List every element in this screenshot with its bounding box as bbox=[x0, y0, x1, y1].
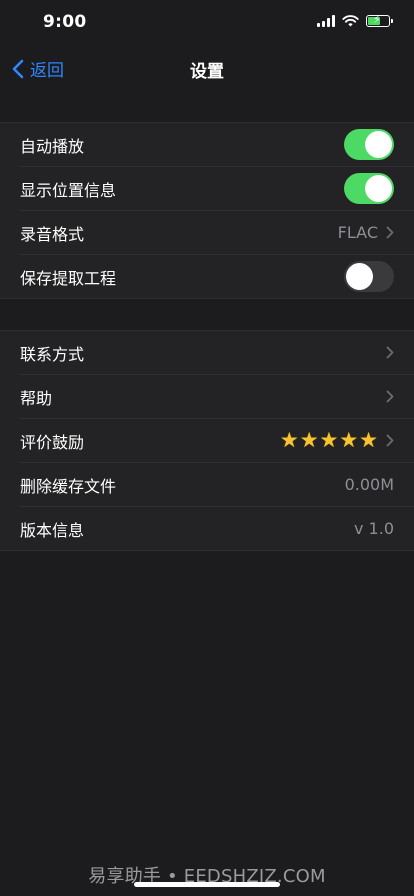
setting-row-help[interactable]: 帮助 bbox=[20, 374, 414, 418]
star-icon: ★ bbox=[279, 428, 299, 452]
cellular-signal-icon bbox=[317, 15, 335, 27]
star-icon: ★ bbox=[359, 428, 378, 452]
save-project-toggle[interactable] bbox=[344, 261, 394, 292]
setting-row-save-project: 保存提取工程 bbox=[20, 254, 414, 298]
status-bar: 9:00 ⚡ bbox=[0, 0, 414, 46]
chevron-right-icon bbox=[386, 346, 394, 359]
battery-icon: ⚡ bbox=[366, 13, 393, 27]
setting-row-autoplay: 自动播放 bbox=[0, 123, 414, 166]
chevron-right-icon bbox=[386, 390, 394, 403]
setting-label: 帮助 bbox=[20, 388, 53, 408]
setting-label: 保存提取工程 bbox=[20, 268, 117, 288]
setting-label: 联系方式 bbox=[20, 344, 85, 364]
chevron-right-icon bbox=[386, 434, 394, 447]
wifi-icon bbox=[342, 15, 359, 27]
setting-row-rate[interactable]: 评价鼓励 ★ ★ ★ ★ ★ bbox=[20, 418, 414, 462]
star-icon: ★ bbox=[339, 428, 359, 452]
settings-group-about: 联系方式 帮助 评价鼓励 ★ ★ ★ ★ ★ 删除缓存文件 0.00M 版本信息… bbox=[0, 330, 414, 551]
setting-label: 版本信息 bbox=[20, 520, 85, 540]
settings-group-playback: 自动播放 显示位置信息 录音格式 FLAC 保存提取工程 bbox=[0, 122, 414, 299]
setting-row-show-location: 显示位置信息 bbox=[20, 166, 414, 210]
rating-stars: ★ ★ ★ ★ ★ bbox=[280, 430, 378, 451]
status-icons: ⚡ bbox=[317, 13, 393, 27]
home-indicator[interactable] bbox=[134, 882, 280, 887]
chevron-right-icon bbox=[386, 226, 394, 239]
setting-label: 评价鼓励 bbox=[20, 432, 85, 452]
setting-row-clear-cache[interactable]: 删除缓存文件 0.00M bbox=[20, 462, 414, 506]
charging-bolt-icon: ⚡ bbox=[373, 13, 381, 26]
setting-label: 显示位置信息 bbox=[20, 180, 117, 200]
version-value: v 1.0 bbox=[354, 519, 394, 538]
recording-format-value: FLAC bbox=[337, 223, 378, 242]
setting-label: 自动播放 bbox=[20, 136, 85, 156]
setting-label: 录音格式 bbox=[20, 224, 85, 244]
cache-size-value: 0.00M bbox=[344, 475, 394, 494]
setting-row-version: 版本信息 v 1.0 bbox=[20, 506, 414, 550]
star-icon: ★ bbox=[319, 428, 339, 452]
navigation-bar: 返回 设置 bbox=[0, 46, 414, 90]
page-title: 设置 bbox=[190, 62, 224, 82]
setting-row-contact[interactable]: 联系方式 bbox=[0, 331, 414, 374]
autoplay-toggle[interactable] bbox=[344, 129, 394, 160]
setting-row-recording-format[interactable]: 录音格式 FLAC bbox=[20, 210, 414, 254]
show-location-toggle[interactable] bbox=[344, 173, 394, 204]
setting-label: 删除缓存文件 bbox=[20, 476, 117, 496]
star-icon: ★ bbox=[299, 428, 319, 452]
status-time: 9:00 bbox=[43, 12, 87, 32]
